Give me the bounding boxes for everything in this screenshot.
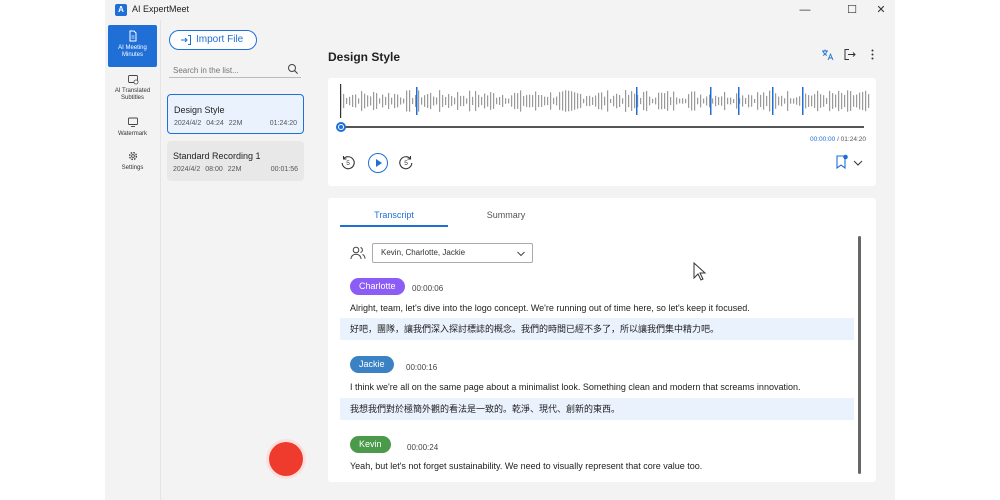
entry-text-en: Alright, team, let's dive into the logo … bbox=[350, 303, 750, 313]
recording-name: Design Style bbox=[174, 105, 225, 115]
recording-size: 22M bbox=[228, 120, 243, 127]
search-input[interactable] bbox=[169, 61, 279, 80]
recording-meta: 2024/4/2 08:00 22M bbox=[173, 166, 246, 173]
translate-icon[interactable] bbox=[820, 48, 834, 62]
document-icon bbox=[129, 30, 136, 42]
bookmark-add-icon bbox=[836, 154, 848, 170]
rail-item-watermark[interactable]: Watermark bbox=[108, 116, 157, 138]
rail-item-ai-meeting-minutes[interactable]: AI Meeting Minutes bbox=[108, 25, 157, 67]
minimize-button[interactable]: — bbox=[795, 2, 815, 18]
entry-timestamp[interactable]: 00:00:16 bbox=[406, 363, 437, 372]
recordings-panel: Import File Design Style 2024/4/2 04:24 22… bbox=[160, 20, 307, 500]
rail-item-label: AI Meeting Minutes bbox=[118, 45, 147, 58]
chevron-down-icon bbox=[517, 251, 525, 257]
recording-duration: 00:01:56 bbox=[270, 166, 298, 173]
transcript-panel: Transcript Summary Kevin, Charlotte, Jac… bbox=[328, 198, 876, 482]
recording-size: 22M bbox=[227, 166, 242, 173]
search-bar bbox=[169, 60, 301, 80]
app-window: A AI ExpertMeet — ☐ ✕ AI Meeting Minutes… bbox=[105, 0, 895, 500]
entry-text-en: Yeah, but let's not forget sustainabilit… bbox=[350, 461, 703, 471]
rewind-5-icon: 5 bbox=[341, 156, 355, 170]
speaker-badge-kevin[interactable]: Kevin bbox=[350, 436, 391, 453]
nav-rail: AI Meeting Minutes AI Translated Subtitl… bbox=[105, 20, 160, 500]
entry-timestamp[interactable]: 00:00:24 bbox=[407, 443, 438, 452]
import-file-label: Import File bbox=[196, 34, 244, 45]
recording-date: 2024/4/2 bbox=[173, 166, 201, 173]
speakers-icon bbox=[350, 246, 366, 260]
page-title: Design Style bbox=[328, 50, 401, 64]
search-icon[interactable] bbox=[287, 63, 299, 75]
entry-text-en: I think we're all on the same page about… bbox=[350, 382, 801, 392]
skip-back-label: 5 bbox=[346, 160, 350, 167]
entry-text-zh: 我想我們對於極簡外觀的看法是一致的。乾淨、現代、創新的東西。 bbox=[340, 398, 854, 420]
recording-time: 04:24 bbox=[206, 120, 224, 127]
speaker-filter-select[interactable]: Kevin, Charlotte, Jackie bbox=[372, 243, 533, 263]
recording-item-standard-recording-1[interactable]: Standard Recording 1 2024/4/2 08:00 22M 00… bbox=[167, 141, 304, 181]
monitor-icon bbox=[127, 117, 138, 127]
export-icon[interactable] bbox=[842, 48, 856, 62]
mouse-cursor-icon bbox=[693, 262, 707, 281]
progress-handle[interactable] bbox=[336, 122, 346, 132]
record-button[interactable] bbox=[269, 442, 303, 476]
tab-transcript[interactable]: Transcript bbox=[340, 210, 448, 227]
app-title: AI ExpertMeet bbox=[132, 4, 190, 14]
recording-meta: 2024/4/2 04:24 22M bbox=[174, 120, 247, 127]
rail-item-label: Settings bbox=[121, 165, 144, 171]
main-panel: Design Style 00:00:00 / 01:24:20 5 5 Tra… bbox=[308, 20, 895, 500]
app-logo-icon: A bbox=[115, 4, 127, 16]
import-icon bbox=[181, 35, 191, 45]
recording-item-design-style[interactable]: Design Style 2024/4/2 04:24 22M 01:24:20 bbox=[167, 94, 304, 134]
rail-item-ai-translated-subtitles[interactable]: AI Translated Subtitles bbox=[108, 73, 157, 102]
recording-date: 2024/4/2 bbox=[174, 120, 202, 127]
play-button[interactable] bbox=[368, 153, 388, 173]
title-bar: A AI ExpertMeet — ☐ ✕ bbox=[105, 0, 895, 20]
gear-icon bbox=[128, 151, 137, 161]
bookmark-button[interactable] bbox=[834, 154, 850, 170]
rail-item-label: AI Translated Subtitles bbox=[114, 88, 151, 101]
total-time: / 01:24:20 bbox=[835, 136, 866, 143]
import-file-button[interactable]: Import File bbox=[169, 30, 257, 50]
bookmark-dropdown-button[interactable] bbox=[852, 156, 868, 172]
subtitles-icon bbox=[127, 75, 138, 85]
recording-duration: 01:24:20 bbox=[269, 120, 297, 127]
recording-time: 08:00 bbox=[205, 166, 223, 173]
waveform[interactable] bbox=[340, 84, 870, 118]
speaker-badge-charlotte[interactable]: Charlotte bbox=[350, 278, 405, 295]
entry-text-zh: 好吧，團隊，讓我們深入探討標誌的概念。我們的時間已經不多了，所以讓我們集中精力吧… bbox=[340, 318, 854, 340]
close-button[interactable]: ✕ bbox=[871, 2, 891, 18]
transcript-scrollbar[interactable] bbox=[858, 236, 861, 474]
forward-5-icon: 5 bbox=[399, 156, 413, 170]
skip-forward-button[interactable]: 5 bbox=[398, 154, 414, 170]
current-time: 00:00:00 bbox=[809, 136, 836, 143]
entry-timestamp[interactable]: 00:00:06 bbox=[412, 284, 443, 293]
skip-back-button[interactable]: 5 bbox=[340, 154, 356, 170]
audio-player: 00:00:00 / 01:24:20 5 5 bbox=[328, 78, 876, 186]
chevron-down-icon bbox=[853, 160, 863, 166]
tab-summary[interactable]: Summary bbox=[452, 210, 560, 225]
speaker-filter-value: Kevin, Charlotte, Jackie bbox=[381, 248, 466, 257]
maximize-button[interactable]: ☐ bbox=[842, 2, 862, 18]
speaker-badge-jackie[interactable]: Jackie bbox=[350, 356, 394, 373]
skip-forward-label: 5 bbox=[404, 160, 408, 167]
rail-item-label: Watermark bbox=[117, 131, 148, 137]
progress-track[interactable] bbox=[340, 126, 864, 128]
time-readout: 00:00:00 / 01:24:20 bbox=[810, 136, 866, 143]
rail-item-settings[interactable]: Settings bbox=[108, 150, 157, 172]
recording-name: Standard Recording 1 bbox=[173, 151, 261, 161]
more-options-icon[interactable] bbox=[865, 48, 879, 62]
